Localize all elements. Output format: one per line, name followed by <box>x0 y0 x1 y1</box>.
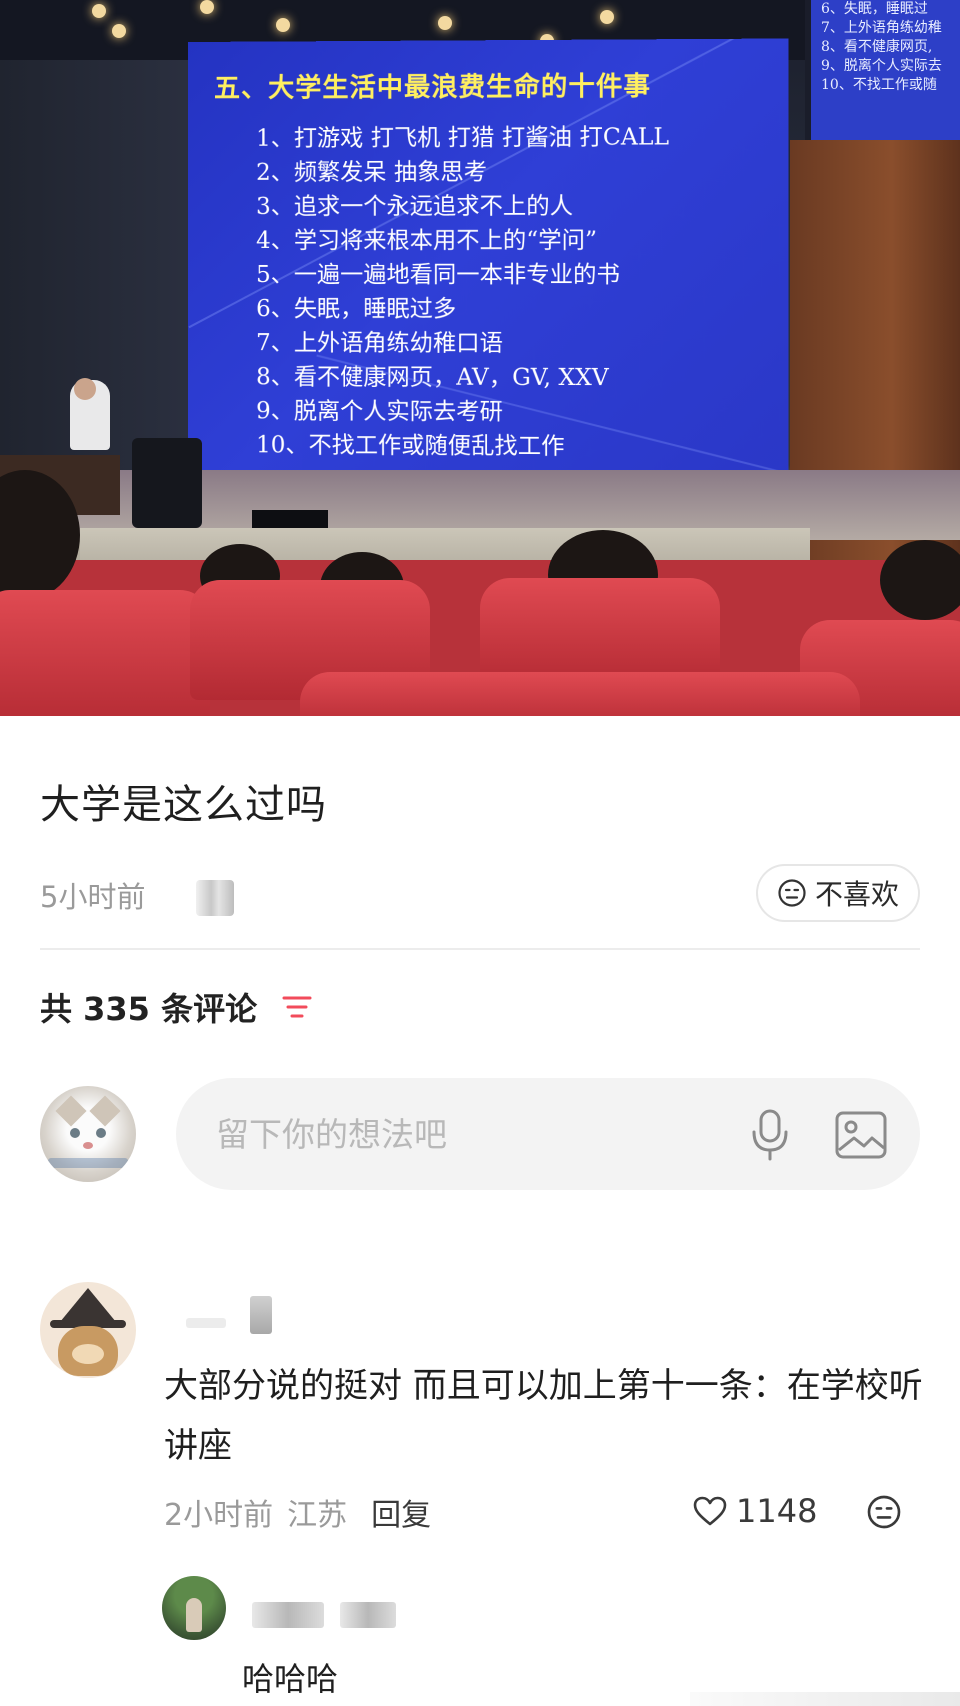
reply-button[interactable]: 回复 <box>371 1490 431 1534</box>
projection-slide: 五、大学生活中最浪费生命的十件事 1、打游戏 打飞机 打猎 打酱油 打CALL … <box>188 38 789 516</box>
like-button[interactable]: 1148 <box>692 1492 817 1530</box>
divider <box>40 948 920 950</box>
comment-count: 共 335 条评论 <box>40 990 258 1028</box>
reply-avatar[interactable] <box>162 1576 226 1640</box>
neutral-face-icon <box>778 879 806 907</box>
post-title: 大学是这么过吗 <box>40 782 327 828</box>
heart-icon <box>693 1496 727 1526</box>
blurred-username <box>340 1602 396 1628</box>
comment-composer[interactable] <box>176 1078 920 1190</box>
slide-title: 五、大学生活中最浪费生命的十件事 <box>214 71 652 104</box>
blurred-location <box>196 880 234 916</box>
slide-item: 10、不找工作或随便乱找工作 <box>256 432 565 460</box>
side-projection-screen: 6、失眠，睡眠过 7、上外语角练幼稚 8、看不健康网页, 9、脱离个人实际去 1… <box>805 0 960 140</box>
slide-item: 9、脱离个人实际去考研 <box>256 398 503 426</box>
my-avatar[interactable] <box>40 1086 136 1182</box>
like-count: 1148 <box>736 1492 818 1530</box>
post-photo[interactable]: 6、失眠，睡眠过 7、上外语角练幼稚 8、看不健康网页, 9、脱离个人实际去 1… <box>0 0 960 716</box>
slide-item: 8、看不健康网页，AV，GV, XXV <box>256 364 609 392</box>
watermark <box>690 1692 960 1706</box>
commenter-avatar[interactable] <box>40 1282 136 1378</box>
slide-item: 4、学习将来根本用不上的“学问” <box>256 227 598 254</box>
side-screen-line: 7、上外语角练幼稚 <box>821 20 942 36</box>
slide-item: 5、一遍一遍地看同一本非专业的书 <box>256 261 620 289</box>
slide-list: 1、打游戏 打飞机 打猎 打酱油 打CALL 2、频繁发呆 抽象思考 3、追求一… <box>256 120 669 464</box>
comment-count-row: 共 335 条评论 <box>40 984 313 1030</box>
speaker-head <box>74 378 96 400</box>
image-icon[interactable] <box>834 1110 888 1160</box>
post-time: 5小时前 <box>40 880 146 914</box>
neutral-face-icon[interactable] <box>866 1494 902 1530</box>
slide-item: 3、追求一个永远追求不上的人 <box>256 193 574 220</box>
microphone-icon[interactable] <box>748 1108 792 1162</box>
slide-item: 7、上外语角练幼稚口语 <box>256 330 503 357</box>
blurred-username <box>252 1602 324 1628</box>
slide-item: 1、打游戏 打飞机 打猎 打酱油 打CALL <box>256 124 670 152</box>
comment-time: 2小时前 <box>164 1498 274 1533</box>
side-screen-line: 9、脱离个人实际去 <box>821 58 942 74</box>
blurred-username <box>186 1318 226 1328</box>
dislike-button[interactable]: 不喜欢 <box>756 864 920 922</box>
comment-location: 江苏 <box>287 1498 348 1533</box>
side-screen-line: 10、不找工作或随 <box>821 77 937 93</box>
blurred-username <box>250 1296 272 1334</box>
slide-item: 2、频繁发呆 抽象思考 <box>256 159 487 186</box>
stage-chair <box>132 438 202 528</box>
comment-input[interactable] <box>216 1114 696 1154</box>
comment-meta: 2小时前 江苏 回复 <box>164 1490 431 1534</box>
audience-seats <box>0 470 960 716</box>
reply-text: 哈哈哈 <box>242 1660 339 1698</box>
slide-item: 6、失眠，睡眠过多 <box>256 296 457 323</box>
side-screen-line: 6、失眠，睡眠过 <box>821 1 928 17</box>
side-screen-line: 8、看不健康网页, <box>821 39 933 55</box>
dislike-label: 不喜欢 <box>814 878 899 911</box>
comment-text: 大部分说的挺对 而且可以加上第十一条：在学校听讲座 <box>164 1366 923 1466</box>
sort-icon[interactable] <box>281 994 313 1020</box>
